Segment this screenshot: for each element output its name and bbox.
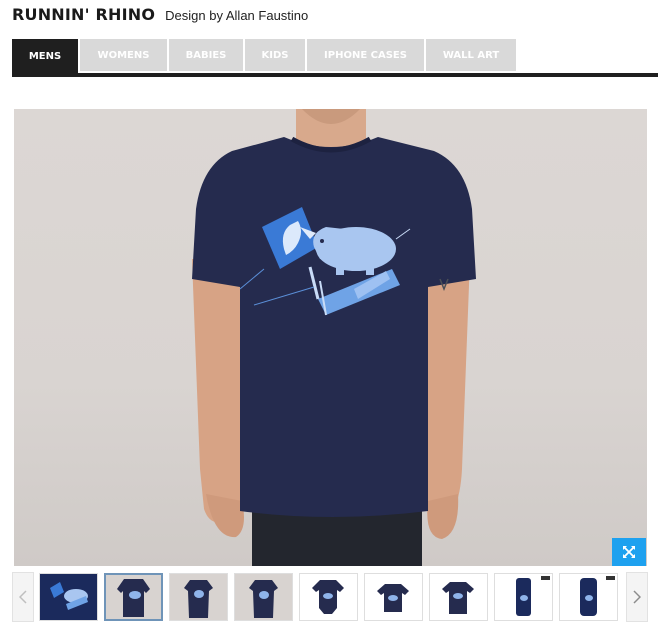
thumbnail-iphone-case-slim[interactable] bbox=[494, 573, 553, 621]
tab-wall-art[interactable]: WALL ART bbox=[426, 39, 516, 71]
model-left-hand bbox=[206, 494, 244, 538]
product-main-image[interactable] bbox=[14, 109, 647, 566]
chevron-left-icon bbox=[19, 590, 27, 604]
carousel-prev-button[interactable] bbox=[12, 572, 34, 622]
expand-arrows-icon bbox=[623, 546, 635, 558]
carousel-next-button[interactable] bbox=[626, 572, 648, 622]
thumbnail-image bbox=[580, 576, 615, 616]
product-title: RUNNIN' RHINO bbox=[12, 5, 156, 24]
tab-womens[interactable]: WOMENS bbox=[80, 39, 167, 71]
thumbnail-baby-onesie[interactable] bbox=[299, 573, 358, 621]
thumbnail-image bbox=[184, 580, 213, 618]
thumbnail-image bbox=[312, 580, 344, 614]
thumbnail-image bbox=[516, 576, 550, 616]
thumbnail-carousel bbox=[12, 572, 648, 622]
tab-mens[interactable]: MENS bbox=[12, 39, 78, 73]
thumbnail-image bbox=[442, 582, 474, 614]
tab-babies[interactable]: BABIES bbox=[169, 39, 243, 71]
thumbnail-image bbox=[249, 580, 278, 618]
tab-kids[interactable]: KIDS bbox=[245, 39, 305, 71]
thumbnail-womens-tee[interactable] bbox=[234, 573, 293, 621]
thumbnail-image bbox=[50, 582, 88, 610]
thumbnail-kids-tee[interactable] bbox=[429, 573, 488, 621]
designer-credit[interactable]: Design by Allan Faustino bbox=[165, 8, 308, 23]
thumbnail-iphone-case[interactable] bbox=[559, 573, 618, 621]
thumbnail-image bbox=[377, 584, 409, 612]
thumbnail-womens-tee-front[interactable] bbox=[169, 573, 228, 621]
thumbnail-image bbox=[117, 579, 150, 617]
page-header: RUNNIN' RHINO Design by Allan Faustino bbox=[12, 5, 308, 27]
thumbnail-artwork[interactable] bbox=[39, 573, 98, 621]
model-right-hand bbox=[427, 494, 459, 539]
expand-image-button[interactable] bbox=[612, 538, 646, 566]
chevron-right-icon bbox=[633, 590, 641, 604]
product-type-tabs: MENS WOMENS BABIES KIDS IPHONE CASES WAL… bbox=[12, 39, 658, 77]
thumbnail-baby-tee[interactable] bbox=[364, 573, 423, 621]
thumbnail-mens-tee[interactable] bbox=[104, 573, 163, 621]
model-wearing-tshirt bbox=[192, 109, 476, 566]
tab-iphone-cases[interactable]: IPHONE CASES bbox=[307, 39, 424, 71]
